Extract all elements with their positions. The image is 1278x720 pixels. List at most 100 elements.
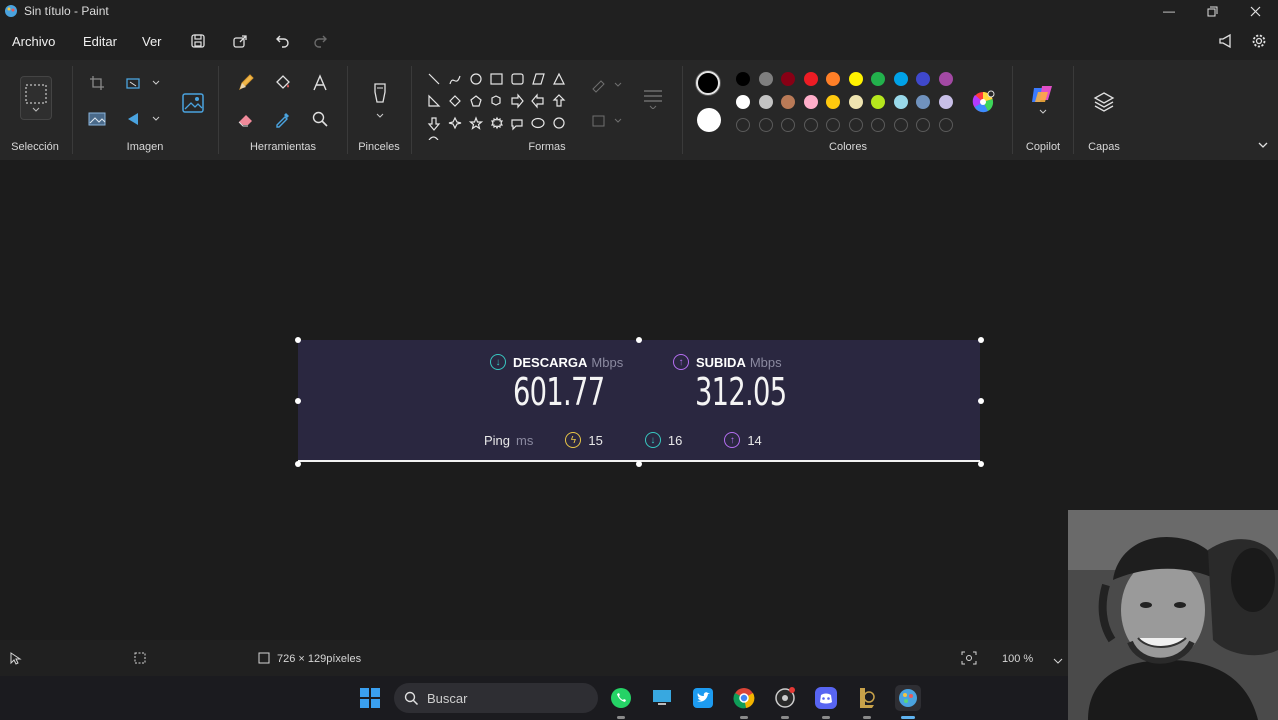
desktop-app-icon[interactable]: [649, 685, 675, 711]
shapes-grid-icon: [427, 72, 566, 141]
menu-archivo[interactable]: Archivo: [12, 34, 55, 49]
ribbon-separator: [72, 66, 73, 154]
custom-color-slot[interactable]: [938, 118, 953, 132]
color-swatch[interactable]: [781, 72, 795, 86]
upload-value: 312.05: [695, 370, 787, 414]
outline-dropdown-icon[interactable]: [590, 74, 624, 96]
window-title: Sin título - Paint: [24, 4, 109, 18]
resize-handle[interactable]: [295, 398, 301, 404]
share-icon[interactable]: [229, 30, 251, 52]
fit-to-window-icon[interactable]: [961, 651, 977, 670]
zoom-dropdown-chevron-icon[interactable]: [1053, 653, 1063, 671]
resize-handle[interactable]: [978, 461, 984, 467]
custom-color-slot[interactable]: [736, 118, 750, 132]
running-indicator: [901, 716, 915, 719]
pencil-icon[interactable]: [235, 72, 257, 94]
discord-icon[interactable]: [813, 685, 839, 711]
color-swatch[interactable]: [826, 72, 840, 86]
running-indicator: [781, 716, 789, 719]
color-swatch[interactable]: [916, 72, 930, 86]
color-swatch[interactable]: [848, 95, 863, 109]
brushes-icon[interactable]: [367, 80, 393, 120]
ribbon-separator: [682, 66, 683, 154]
color-swatch[interactable]: [803, 95, 818, 109]
zoom-level[interactable]: 100 %: [1002, 653, 1033, 665]
color-swatch[interactable]: [893, 72, 908, 86]
image-generator-icon[interactable]: [180, 90, 206, 116]
color-swatch[interactable]: [916, 95, 930, 109]
resize-icon[interactable]: [124, 72, 162, 94]
color-picker-icon[interactable]: [272, 108, 294, 130]
custom-color-slot[interactable]: [803, 118, 818, 132]
menu-bar: Archivo Editar Ver: [0, 22, 1278, 60]
resize-handle[interactable]: [978, 398, 984, 404]
upload-arrow-icon: ↑: [673, 354, 689, 370]
menu-ver[interactable]: Ver: [142, 34, 162, 49]
color-swatch[interactable]: [803, 72, 818, 86]
custom-color-slot[interactable]: [848, 118, 863, 132]
restore-button[interactable]: [1190, 0, 1234, 22]
color-swatch[interactable]: [736, 72, 750, 86]
minimize-button[interactable]: —: [1147, 0, 1191, 22]
announcement-icon[interactable]: [1215, 30, 1237, 52]
secondary-color-swatch[interactable]: [697, 108, 721, 132]
edit-colors-icon[interactable]: [970, 89, 996, 115]
primary-color-swatch[interactable]: [696, 71, 720, 95]
layers-icon[interactable]: [1092, 90, 1116, 114]
chrome-icon[interactable]: [731, 685, 757, 711]
color-swatch[interactable]: [826, 95, 840, 109]
ping-unit: ms: [516, 432, 534, 448]
selection-tool-button[interactable]: [20, 76, 52, 120]
custom-color-slot[interactable]: [826, 118, 840, 132]
custom-color-slot[interactable]: [871, 118, 885, 132]
size-icon[interactable]: [640, 84, 666, 110]
resize-handle[interactable]: [295, 337, 301, 343]
color-swatch[interactable]: [871, 72, 885, 86]
fill-dropdown-icon[interactable]: [590, 110, 624, 132]
windows-start-icon[interactable]: [357, 685, 383, 711]
color-swatch[interactable]: [736, 95, 750, 109]
save-icon[interactable]: [187, 30, 209, 52]
whatsapp-icon[interactable]: [608, 685, 634, 711]
color-swatch[interactable]: [758, 95, 773, 109]
resize-handle[interactable]: [636, 461, 642, 467]
magnifier-icon[interactable]: [309, 108, 331, 130]
menu-editar[interactable]: Editar: [83, 34, 117, 49]
close-button[interactable]: [1233, 0, 1277, 22]
undo-icon[interactable]: [272, 30, 294, 52]
resize-handle[interactable]: [978, 337, 984, 343]
rotate-icon[interactable]: [124, 108, 162, 130]
redo-icon[interactable]: [309, 30, 331, 52]
image-select-icon[interactable]: [86, 108, 108, 130]
shapes-gallery[interactable]: [422, 66, 580, 141]
settings-gear-icon[interactable]: [1248, 30, 1270, 52]
color-swatch[interactable]: [938, 95, 953, 109]
color-swatch[interactable]: [781, 95, 795, 109]
color-swatch[interactable]: [848, 72, 863, 86]
copilot-icon[interactable]: [1030, 82, 1056, 118]
color-swatch[interactable]: [893, 95, 908, 109]
cursor-position-icon: [8, 651, 22, 670]
paint-taskbar-icon[interactable]: [895, 685, 921, 711]
fill-bucket-icon[interactable]: [272, 72, 294, 94]
custom-color-slot[interactable]: [893, 118, 908, 132]
search-placeholder: Buscar: [427, 690, 468, 706]
color-swatch[interactable]: [871, 95, 885, 109]
collapse-ribbon-chevron-icon[interactable]: [1254, 136, 1272, 154]
color-swatch[interactable]: [938, 72, 953, 86]
custom-color-slot[interactable]: [758, 118, 773, 132]
crop-icon[interactable]: [86, 72, 108, 94]
text-tool-icon[interactable]: [309, 72, 331, 94]
custom-color-slot[interactable]: [916, 118, 930, 132]
eraser-icon[interactable]: [235, 108, 257, 130]
resize-handle[interactable]: [295, 461, 301, 467]
league-of-legends-icon[interactable]: [854, 685, 880, 711]
twitter-icon[interactable]: [690, 685, 716, 711]
resize-handle[interactable]: [636, 337, 642, 343]
taskbar-search[interactable]: Buscar: [394, 683, 598, 713]
group-label-copilot: Copilot: [1025, 141, 1061, 153]
upload-label: SUBIDA: [696, 354, 746, 370]
color-swatch[interactable]: [758, 72, 773, 86]
custom-color-slot[interactable]: [781, 118, 795, 132]
recording-app-icon[interactable]: [772, 685, 798, 711]
